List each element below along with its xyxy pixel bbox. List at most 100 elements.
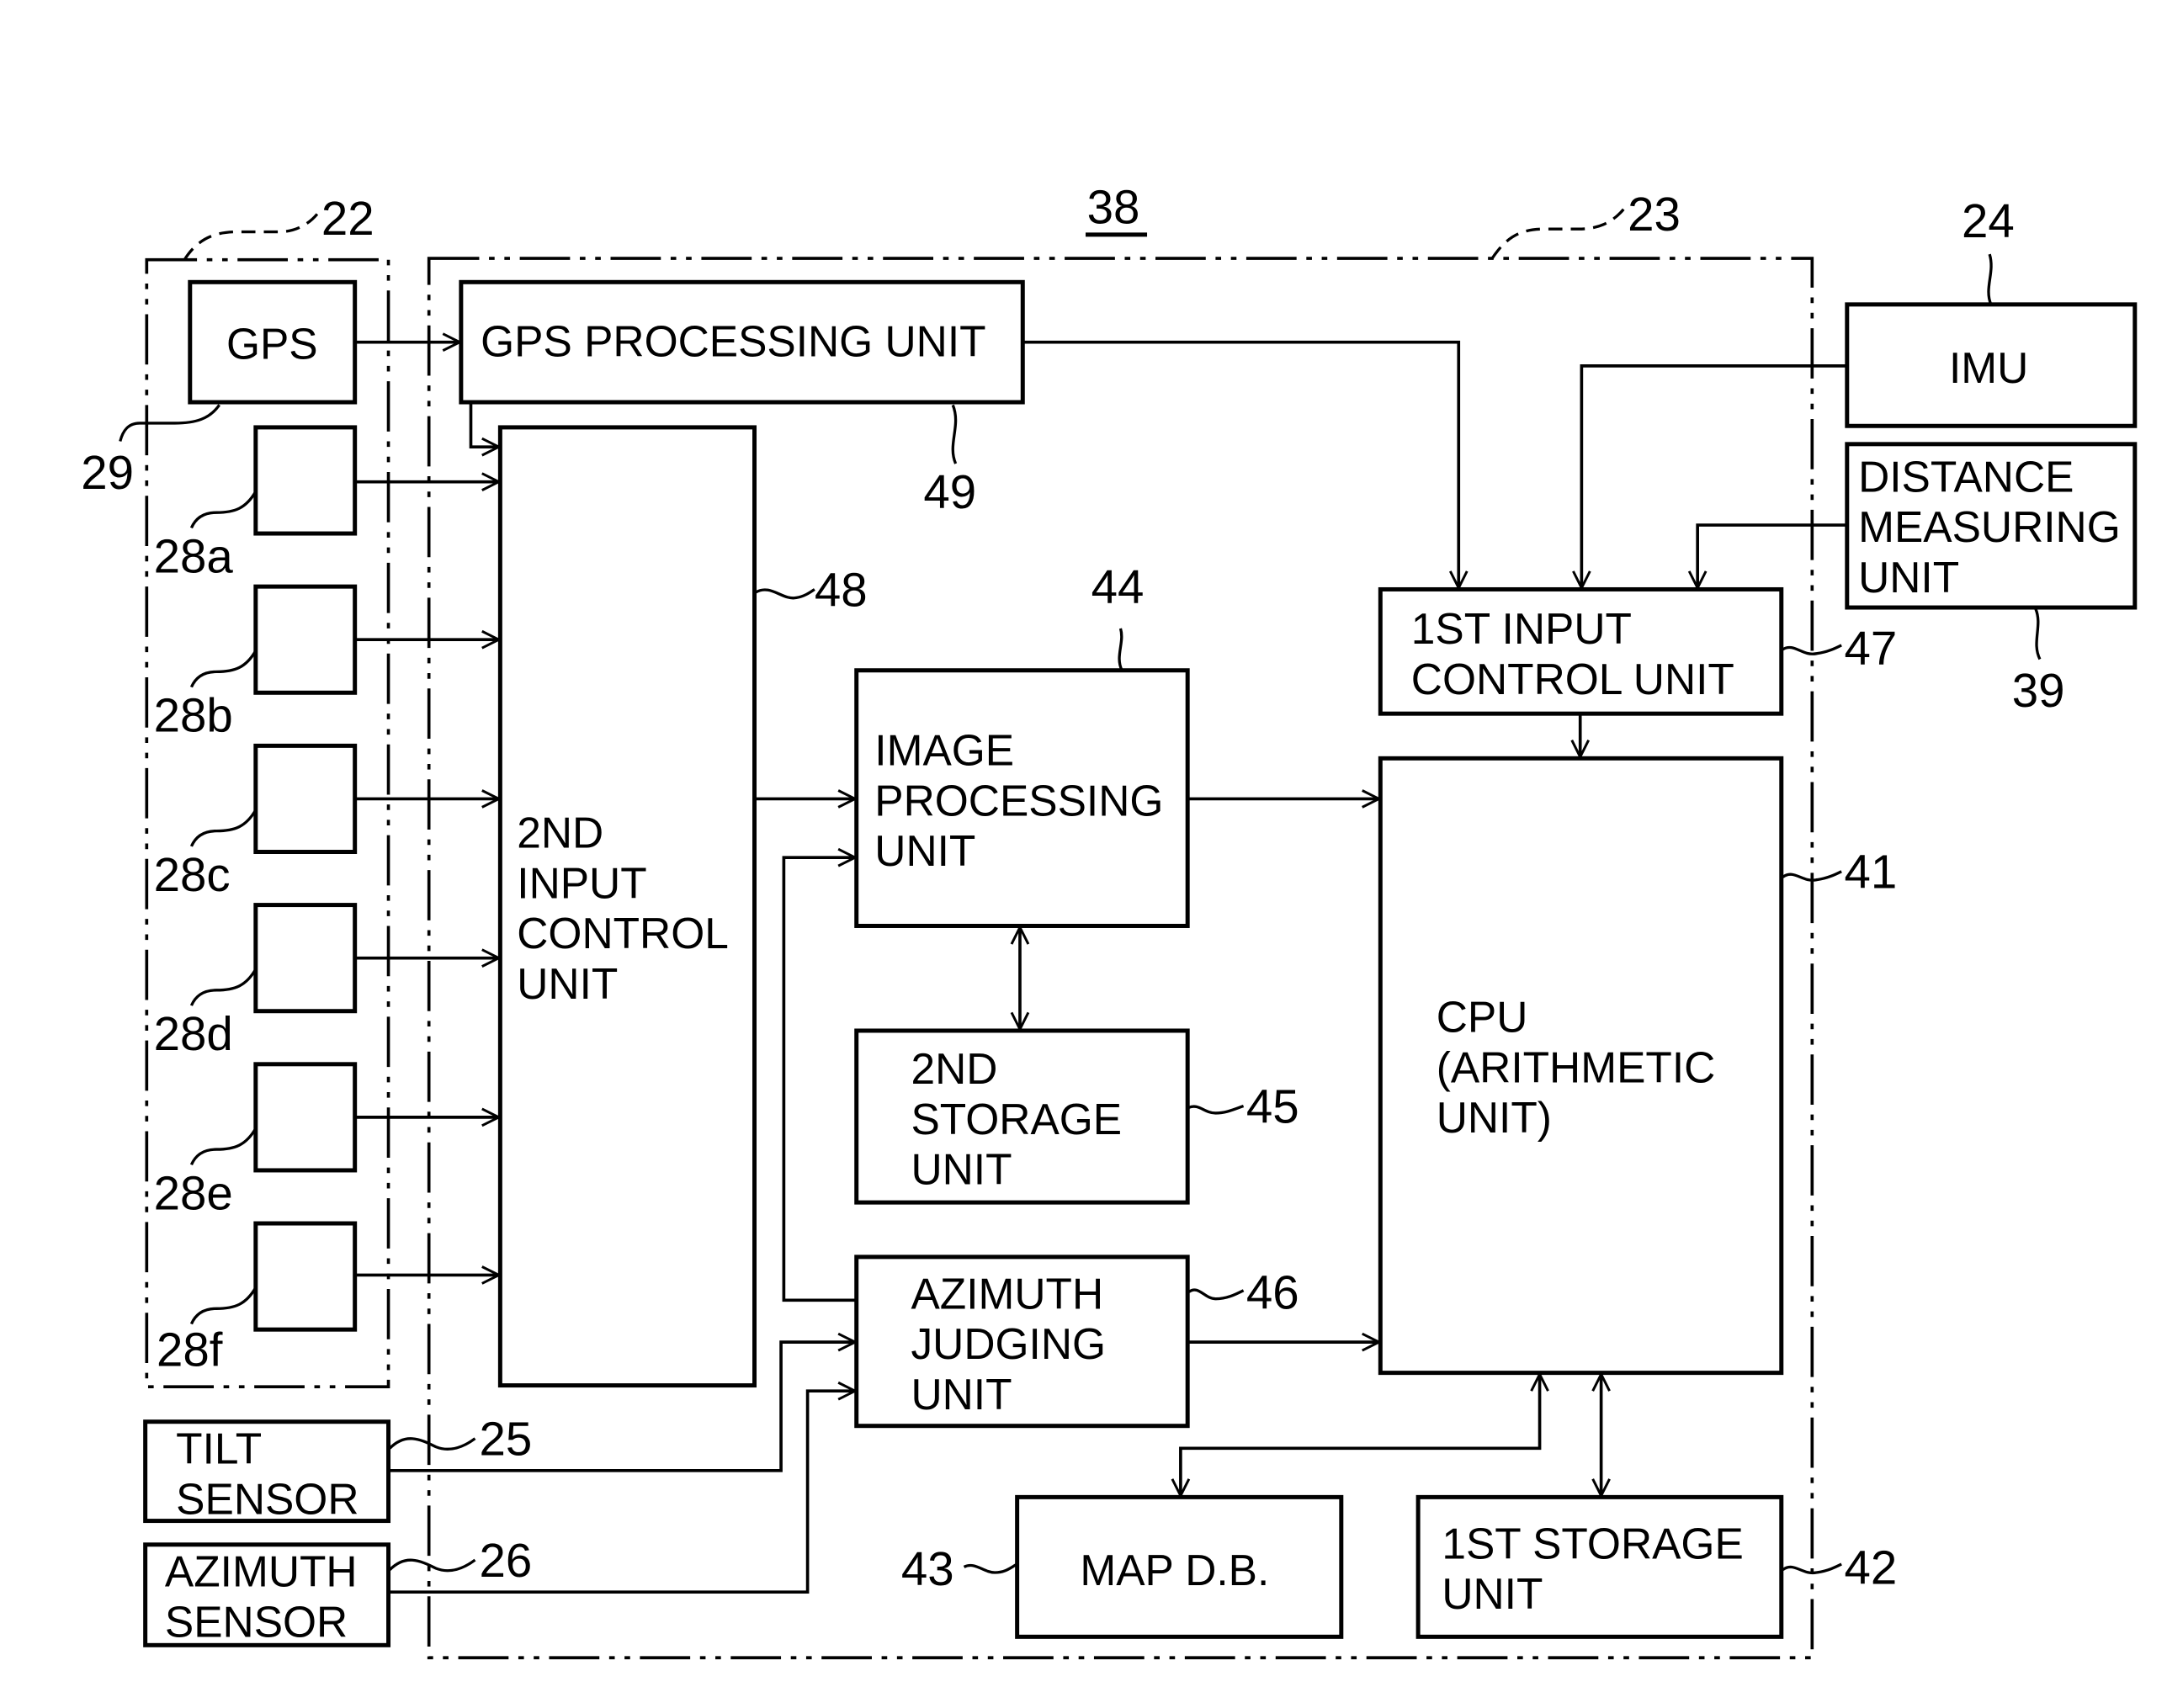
svg-text:GPS: GPS	[226, 320, 318, 369]
wire-gps-processing-to-first-input	[1023, 340, 1458, 588]
control-device-ref: 23	[1628, 188, 1681, 241]
gps-ref: 29	[81, 446, 134, 499]
svg-text:AZIMUTH: AZIMUTH	[911, 1269, 1103, 1318]
second-input-control-unit-leader	[755, 588, 815, 600]
second-storage-unit-block: 2ND STORAGE UNIT	[854, 1028, 1190, 1205]
imu-leader	[1987, 253, 1993, 305]
svg-text:TILT: TILT	[176, 1424, 262, 1473]
wire-imu-to-first-input	[1581, 364, 1847, 588]
camera-28f-ref: 28f	[157, 1323, 223, 1376]
first-storage-unit-block: 1ST STORAGE UNIT	[1415, 1494, 1784, 1639]
camera-28e-ref: 28e	[154, 1166, 233, 1219]
svg-text:2ND: 2ND	[911, 1044, 997, 1093]
azimuth-judging-unit-block: AZIMUTH JUDGING UNIT	[854, 1254, 1190, 1429]
azimuth-sensor-block: AZIMUTH SENSOR	[143, 1542, 391, 1647]
svg-text:UNIT: UNIT	[911, 1370, 1012, 1419]
block-diagram: 38 22 23 GPS 29 28a 28b 28c 28d 28e 28f …	[81, 181, 2138, 1660]
tilt-sensor-block: TILT SENSOR	[143, 1419, 391, 1523]
svg-text:(ARITHMETIC: (ARITHMETIC	[1437, 1042, 1716, 1091]
wire-distance-to-first-input	[1697, 523, 1847, 588]
cpu-block: CPU (ARITHMETIC UNIT)	[1378, 756, 1784, 1376]
svg-text:PROCESSING: PROCESSING	[874, 776, 1163, 825]
azimuth-sensor-leader	[389, 1558, 476, 1573]
gps-block: GPS	[188, 279, 358, 405]
first-input-control-unit-block: 1ST INPUT CONTROL UNIT	[1378, 586, 1784, 716]
sensor-group-leader	[183, 211, 320, 261]
camera-28a-ref: 28a	[154, 530, 234, 583]
azimuth-sensor-ref: 26	[479, 1534, 532, 1587]
svg-text:MEASURING: MEASURING	[1858, 502, 2121, 551]
wire-azimuth-sensor-to-azimuth-judging	[390, 1391, 855, 1594]
svg-text:AZIMUTH: AZIMUTH	[165, 1547, 358, 1596]
image-processing-unit-ref: 44	[1091, 560, 1145, 613]
svg-text:DISTANCE: DISTANCE	[1858, 452, 2074, 501]
second-input-control-unit-block: 2ND INPUT CONTROL UNIT	[497, 425, 757, 1388]
svg-text:INPUT: INPUT	[517, 858, 646, 907]
svg-text:JUDGING: JUDGING	[911, 1319, 1106, 1368]
sensor-group-ref: 22	[321, 192, 374, 245]
distance-measuring-unit-block: DISTANCE MEASURING UNIT	[1845, 442, 2138, 610]
gps-leader	[119, 404, 221, 442]
cpu-ref: 41	[1844, 846, 1897, 899]
image-processing-unit-block: IMAGE PROCESSING UNIT	[854, 668, 1190, 928]
svg-text:UNIT: UNIT	[874, 826, 975, 875]
svg-text:MAP D.B.: MAP D.B.	[1080, 1546, 1269, 1594]
svg-text:UNIT: UNIT	[1442, 1569, 1543, 1618]
azimuth-judging-unit-ref: 46	[1246, 1265, 1299, 1318]
imu-block: IMU	[1845, 302, 2138, 428]
wire-cpu-map-db	[1181, 1374, 1540, 1495]
camera-28a-block	[253, 425, 358, 536]
gps-processing-unit-leader	[951, 404, 958, 464]
control-device-leader	[1490, 203, 1629, 259]
svg-text:2ND: 2ND	[517, 809, 603, 857]
camera-28c-ref: 28c	[154, 848, 231, 901]
map-db-ref: 43	[901, 1542, 954, 1595]
svg-text:IMAGE: IMAGE	[874, 726, 1014, 775]
distance-measuring-unit-ref: 39	[2012, 664, 2065, 717]
wire-gps-processing-to-second-input	[469, 403, 498, 447]
imu-ref: 24	[1962, 194, 2015, 247]
gps-processing-unit-block: GPS PROCESSING UNIT	[459, 279, 1025, 405]
svg-text:IMU: IMU	[1949, 343, 2028, 392]
first-input-control-unit-ref: 47	[1844, 622, 1897, 675]
svg-text:STORAGE: STORAGE	[911, 1095, 1122, 1143]
camera-28e-leader	[189, 1127, 258, 1166]
camera-28c-leader	[189, 809, 258, 847]
svg-text:CONTROL UNIT: CONTROL UNIT	[1411, 655, 1734, 703]
camera-28f-leader	[189, 1286, 258, 1325]
second-storage-unit-leader	[1188, 1105, 1245, 1115]
camera-28b-block	[253, 584, 358, 695]
camera-28b-leader	[189, 650, 258, 688]
wire-azimuth-judging-to-image-processing	[782, 857, 856, 1302]
first-storage-unit-ref: 42	[1844, 1541, 1897, 1594]
svg-text:CPU: CPU	[1437, 993, 1528, 1042]
figure-ref: 38	[1087, 181, 1140, 234]
camera-28a-leader	[189, 491, 258, 529]
svg-text:CONTROL: CONTROL	[517, 909, 729, 957]
svg-text:1ST STORAGE: 1ST STORAGE	[1442, 1519, 1743, 1567]
svg-text:UNIT: UNIT	[517, 959, 618, 1008]
camera-28c-block	[253, 743, 358, 855]
camera-28d-ref: 28d	[154, 1007, 233, 1060]
tilt-sensor-leader	[389, 1437, 476, 1451]
tilt-sensor-ref: 25	[479, 1413, 532, 1466]
camera-28d-leader	[189, 968, 258, 1006]
distance-measuring-unit-leader	[2034, 608, 2042, 660]
map-db-block: MAP D.B.	[1015, 1494, 1344, 1639]
svg-text:1ST INPUT: 1ST INPUT	[1411, 604, 1632, 653]
svg-text:UNIT: UNIT	[1858, 553, 1959, 602]
image-processing-unit-leader	[1118, 628, 1123, 671]
gps-processing-unit-ref: 49	[923, 465, 976, 518]
camera-28d-block	[253, 903, 358, 1014]
svg-text:SENSOR: SENSOR	[165, 1597, 348, 1646]
camera-28b-ref: 28b	[154, 689, 233, 742]
camera-28e-block	[253, 1062, 358, 1173]
svg-text:UNIT: UNIT	[911, 1145, 1012, 1194]
map-db-leader	[963, 1562, 1018, 1574]
svg-text:GPS PROCESSING UNIT: GPS PROCESSING UNIT	[481, 316, 985, 365]
second-storage-unit-ref: 45	[1246, 1080, 1299, 1133]
svg-text:SENSOR: SENSOR	[176, 1474, 359, 1523]
azimuth-judging-unit-leader	[1187, 1288, 1245, 1301]
svg-text:UNIT): UNIT)	[1437, 1093, 1552, 1142]
camera-28f-block	[253, 1221, 358, 1332]
